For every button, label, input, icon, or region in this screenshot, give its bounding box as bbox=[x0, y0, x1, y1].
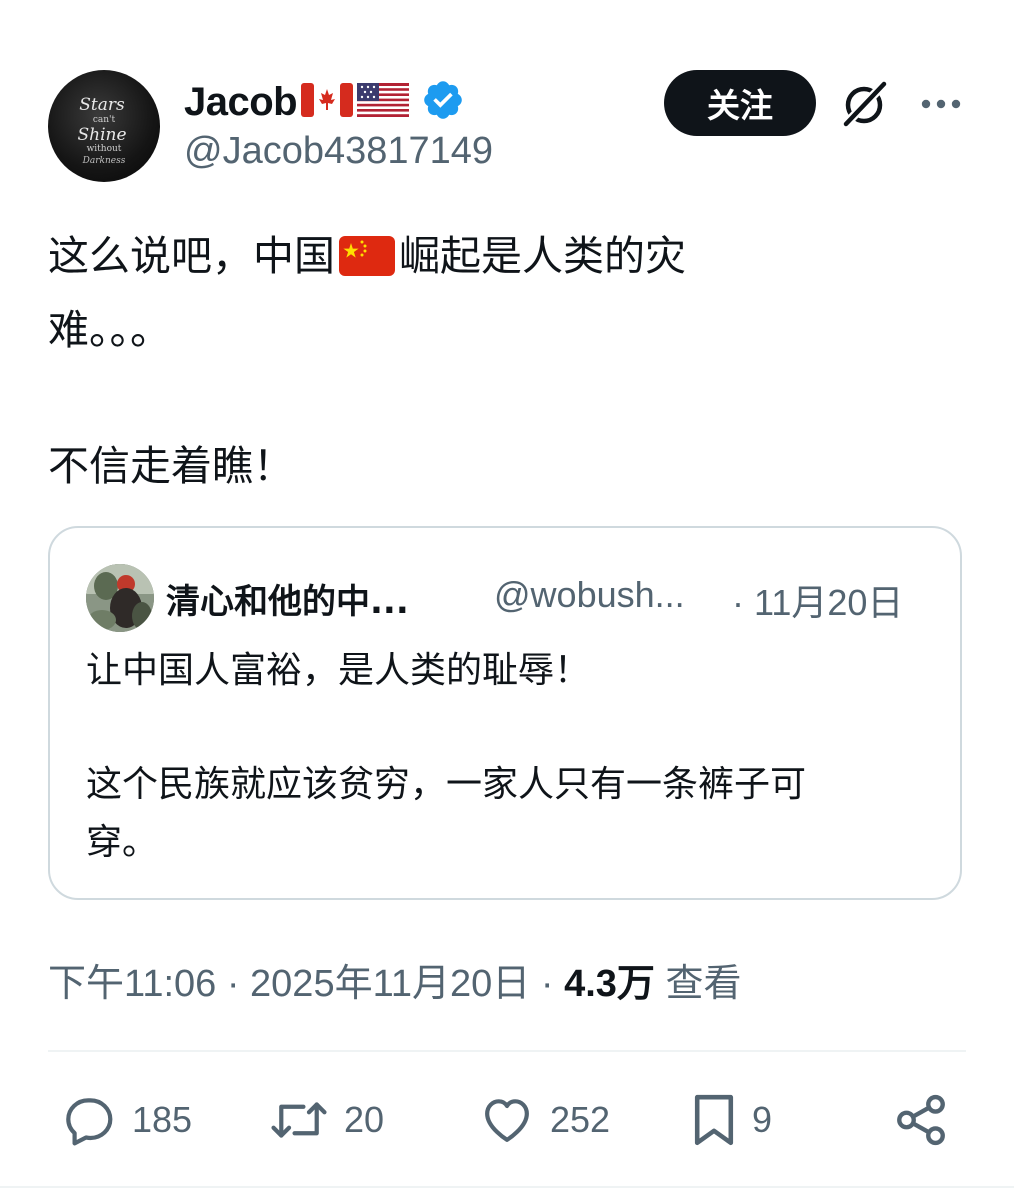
like-button[interactable]: 252 bbox=[478, 1092, 610, 1148]
bookmark-button[interactable]: 9 bbox=[690, 1092, 772, 1148]
tweet-header: Stars can't Shine without Darkness Jacob bbox=[48, 68, 968, 184]
china-flag-icon bbox=[339, 228, 395, 296]
author-name-row: Jacob bbox=[184, 74, 465, 130]
follow-button[interactable]: 关注 bbox=[664, 70, 816, 136]
views-count: 4.3万 bbox=[564, 963, 655, 1005]
more-options-icon[interactable] bbox=[920, 96, 962, 110]
quoted-avatar-image bbox=[86, 564, 154, 632]
svg-text:Stars: Stars bbox=[79, 95, 125, 115]
quoted-paragraph-gap bbox=[86, 700, 936, 756]
usa-flag-icon bbox=[357, 83, 410, 121]
quoted-line-2: 这个民族就应该贫穷，一家人只有一条裤子可 bbox=[86, 764, 807, 805]
views-label: 查看 bbox=[654, 963, 742, 1005]
tweet-text-segment: 崛起是人类的灾 bbox=[399, 232, 686, 280]
share-button[interactable] bbox=[892, 1092, 950, 1148]
quoted-author-name[interactable]: 清心和他的中... bbox=[166, 574, 409, 623]
quoted-author-handle[interactable]: @wobush... bbox=[494, 574, 685, 616]
reply-button[interactable]: 185 bbox=[62, 1092, 192, 1148]
reply-count: 185 bbox=[132, 1099, 193, 1140]
bookmark-icon bbox=[694, 1094, 734, 1146]
reply-icon bbox=[66, 1098, 113, 1146]
repost-count: 20 bbox=[344, 1099, 385, 1140]
heart-icon bbox=[485, 1099, 529, 1142]
bottom-divider bbox=[0, 1186, 1014, 1188]
tweet-timestamp[interactable]: 下午11:06 · 2025年11月20日 · bbox=[48, 963, 564, 1005]
author-handle[interactable]: @Jacob43817149 bbox=[184, 130, 493, 173]
quoted-line-1: 让中国人富裕，是人类的耻辱！ bbox=[86, 650, 591, 691]
tweet-body: 这么说吧，中国 崛起是人类的灾 难。。。 不信走着瞧！ bbox=[48, 222, 808, 500]
quoted-tweet-body: 让中国人富裕，是人类的耻辱！ 这个民族就应该贫穷，一家人只有一条裤子可 穿。 bbox=[86, 642, 936, 872]
tweet-line-2: 难。。。 bbox=[48, 306, 171, 354]
grok-icon[interactable] bbox=[838, 78, 890, 130]
quoted-author-avatar[interactable] bbox=[86, 564, 154, 632]
quoted-tweet-card[interactable]: 清心和他的中... @wobush... · 11月20日 让中国人富裕，是人类… bbox=[48, 526, 962, 900]
repost-icon bbox=[271, 1102, 327, 1138]
tweet-line-1: 这么说吧，中国 崛起是人类的灾 bbox=[48, 222, 808, 296]
svg-text:Shine: Shine bbox=[77, 125, 126, 145]
svg-text:Darkness: Darkness bbox=[82, 156, 126, 166]
bookmark-count: 9 bbox=[752, 1099, 773, 1140]
verified-badge-icon bbox=[421, 78, 465, 126]
svg-text:can't: can't bbox=[93, 115, 116, 125]
share-icon bbox=[897, 1094, 945, 1146]
avatar-image: Stars can't Shine without Darkness bbox=[77, 95, 126, 166]
tweet-meta: 下午11:06 · 2025年11月20日 · 4.3万 查看 bbox=[48, 952, 741, 1007]
tweet-text-segment: 这么说吧，中国 bbox=[48, 232, 335, 280]
divider bbox=[48, 1050, 966, 1052]
author-display-name[interactable]: Jacob bbox=[184, 80, 298, 125]
tweet-paragraph-gap bbox=[48, 364, 808, 432]
author-avatar[interactable]: Stars can't Shine without Darkness bbox=[48, 70, 160, 182]
like-count: 252 bbox=[550, 1099, 611, 1140]
svg-text:without: without bbox=[87, 144, 122, 154]
tweet-line-3: 不信走着瞧！ bbox=[48, 442, 294, 490]
quoted-tweet-date: · 11月20日 bbox=[732, 582, 904, 623]
canada-flag-icon bbox=[301, 83, 354, 121]
repost-button[interactable]: 20 bbox=[268, 1092, 384, 1148]
quoted-line-3: 穿。 bbox=[86, 822, 159, 863]
